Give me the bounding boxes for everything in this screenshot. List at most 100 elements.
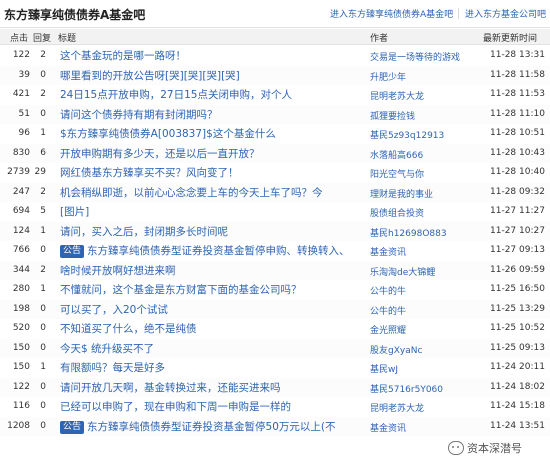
update-time: 11-28 13:31	[490, 50, 545, 60]
table-row: 280 1 不懂就问，这个基金是东方财富下面的基金公司吗？ 公牛的牛 11-25 16:…	[0, 280, 550, 300]
post-title-text[interactable]: 东方臻享纯债债券型证券投资基金暂停申购、转换转入、	[87, 245, 350, 257]
post-author[interactable]: 理财是我的事业	[370, 187, 433, 200]
reply-count: 1	[40, 284, 46, 294]
header-time[interactable]: 最新更新时间	[483, 31, 537, 44]
post-title[interactable]: 今天$ 统升级买不了	[60, 341, 154, 356]
table-row: 694 5 [图片] 股债组合投资 11-27 11:27	[0, 202, 550, 222]
post-title-text[interactable]: 这个基金玩的是哪一路呀！	[60, 50, 186, 62]
header-replies[interactable]: 回复	[33, 31, 51, 44]
post-title[interactable]: 请问开放几天啊，基金转换过来，还能买进来吗	[60, 380, 281, 395]
click-count: 830	[12, 147, 30, 158]
table-row: 421 2 24日15点开放申购，27日15点关闭申购，对个人 昆明老苏大龙 11-28…	[0, 85, 550, 105]
update-time: 11-28 10:40	[490, 167, 545, 177]
post-title-text[interactable]: 请问，买入之后，封闭期多长时间呢	[60, 226, 228, 238]
click-count: 247	[12, 186, 30, 197]
post-title-text[interactable]: 东方臻享纯债债券型证券投资基金暂停50万元以上(不	[87, 421, 335, 433]
post-title-text[interactable]: 机会稍纵即逝，以前心心念念要上车的今天上车了吗？今	[60, 187, 323, 199]
post-title[interactable]: 公告 东方臻享纯债债券型证券投资基金暂停50万元以上(不	[60, 419, 335, 434]
post-author[interactable]: 交易是一场等待的游戏	[370, 50, 460, 63]
reply-count: 0	[40, 108, 46, 119]
table-row: 198 0 可以买了，入20个试试 公牛的牛 11-25 13:29	[0, 299, 550, 319]
post-title-text[interactable]: 24日15点开放申购，27日15点关闭申购，对个人	[60, 89, 292, 101]
post-title-text[interactable]: 已经可以申购了，现在申购和下周一申购是一样的	[60, 401, 291, 413]
post-author[interactable]: 基金资讯	[370, 421, 406, 434]
post-title-text[interactable]: 今天$ 统升级买不了	[60, 343, 154, 355]
post-title[interactable]: 啥时候开放啊好想进来啊	[60, 263, 176, 278]
click-count: 280	[12, 284, 30, 294]
click-count: 51	[18, 108, 30, 119]
post-title[interactable]: 可以买了，入20个试试	[60, 302, 168, 317]
post-author[interactable]: 昆明老苏大龙	[370, 401, 424, 414]
post-title[interactable]: [图片]	[60, 204, 89, 219]
reply-count: 0	[40, 303, 46, 314]
click-count: 520	[12, 323, 30, 333]
header-clicks[interactable]: 点击	[10, 31, 28, 44]
post-title-text[interactable]: 有限额吗？每天是好多	[60, 362, 165, 374]
post-title-text[interactable]: 啥时候开放啊好想进来啊	[60, 265, 176, 277]
table-row: 830 6 开放申购期有多少天，还是以后一直开放？ 水落船高666 11-28 10:4…	[0, 143, 550, 163]
table-header: 点击 回复 标题 作者 最新更新时间	[0, 29, 550, 45]
post-title-text[interactable]: 请问这个债券持有期有封闭期吗？	[60, 109, 218, 121]
post-title[interactable]: 有限额吗？每天是好多	[60, 360, 165, 375]
reply-count: 2	[40, 186, 46, 197]
table-row: 150 0 今天$ 统升级买不了 股友gXyaNc 11-25 09:13	[0, 338, 550, 358]
post-title-text[interactable]: 不懂就问，这个基金是东方财富下面的基金公司吗？	[60, 284, 302, 296]
post-author[interactable]: 基民5z93q12913	[370, 128, 444, 141]
post-title[interactable]: 机会稍纵即逝，以前心心念念要上车的今天上车了吗？今	[60, 185, 323, 200]
post-title[interactable]: 不知道买了什么，绝不是纯债	[60, 321, 197, 336]
watermark-text: 资本深潜号	[467, 442, 522, 455]
post-title[interactable]: 请问这个债券持有期有封闭期吗？	[60, 107, 218, 122]
reply-count: 1	[40, 225, 46, 236]
post-title-text[interactable]: $东方臻享纯债债券A[003837]$这个基金什么	[60, 128, 276, 140]
post-author[interactable]: 孤狸要捡钱	[370, 109, 415, 122]
post-author[interactable]: 乐淘淘de大锦鲤	[370, 265, 435, 278]
post-author[interactable]: 水落船高666	[370, 148, 423, 161]
update-time: 11-24 15:18	[490, 401, 545, 411]
post-author[interactable]: 基金资讯	[370, 245, 406, 258]
post-title[interactable]: 已经可以申购了，现在申购和下周一申购是一样的	[60, 399, 291, 414]
post-title[interactable]: 开放申购期有多少天，还是以后一直开放？	[60, 146, 260, 161]
update-time: 11-28 11:10	[490, 108, 545, 119]
post-author[interactable]: 基民5716r5Y060	[370, 382, 443, 395]
click-count: 124	[12, 225, 30, 236]
post-author[interactable]: 公牛的牛	[370, 304, 406, 317]
reply-count: 5	[40, 206, 46, 216]
post-author[interactable]: 金光照耀	[370, 323, 406, 336]
post-author[interactable]: 昆明老苏大龙	[370, 89, 424, 102]
post-title[interactable]: 网红债基东方臻享买不买？风向变了！	[60, 165, 239, 180]
reply-count: 0	[40, 245, 46, 255]
table-row: 122 2 这个基金玩的是哪一路呀！ 交易是一场等待的游戏 11-28 13:31	[0, 46, 550, 66]
table-row: 150 1 有限额吗？每天是好多 基民wJ 11-24 20:11	[0, 358, 550, 378]
post-author[interactable]: 基民wJ	[370, 362, 398, 375]
post-title[interactable]: 不懂就问，这个基金是东方财富下面的基金公司吗？	[60, 282, 302, 297]
table-row: 344 2 啥时候开放啊好想进来啊 乐淘淘de大锦鲤 11-26 09:59	[0, 260, 550, 280]
post-author[interactable]: 股友gXyaNc	[370, 343, 422, 356]
post-title-text[interactable]: 哪里看到的开放公告呀[哭][哭][哭][哭]	[60, 70, 240, 82]
post-author[interactable]: 升肥少年	[370, 70, 406, 83]
announcement-badge: 公告	[60, 245, 85, 258]
enter-company-bar-link[interactable]: 进入东方基金公司吧	[465, 7, 546, 20]
table-row: 1208 0 公告 东方臻享纯债债券型证券投资基金暂停50万元以上(不 基金资讯 11-2…	[0, 416, 550, 436]
post-title-text[interactable]: [图片]	[60, 206, 89, 218]
post-title-text[interactable]: 网红债基东方臻享买不买？风向变了！	[60, 167, 239, 179]
table-row: 766 0 公告 东方臻享纯债债券型证券投资基金暂停申购、转换转入、 基金资讯 11-27…	[0, 241, 550, 261]
post-title[interactable]: 请问，买入之后，封闭期多长时间呢	[60, 224, 228, 239]
update-time: 11-24 20:11	[490, 362, 545, 372]
post-title-text[interactable]: 开放申购期有多少天，还是以后一直开放？	[60, 148, 260, 160]
post-author[interactable]: 基民h12698O883	[370, 226, 447, 239]
reply-count: 2	[40, 89, 46, 99]
post-title-text[interactable]: 请问开放几天啊，基金转换过来，还能买进来吗	[60, 382, 281, 394]
post-title[interactable]: 公告 东方臻享纯债债券型证券投资基金暂停申购、转换转入、	[60, 243, 350, 258]
post-title[interactable]: 哪里看到的开放公告呀[哭][哭][哭][哭]	[60, 68, 240, 83]
forum-title: 东方臻享纯债债券A基金吧	[4, 8, 146, 22]
click-count: 198	[12, 303, 30, 314]
post-title-text[interactable]: 可以买了，入20个试试	[60, 304, 168, 316]
enter-fund-bar-link[interactable]: 进入东方臻享纯债债券A基金吧	[330, 7, 453, 20]
post-author[interactable]: 阳光空气与你	[370, 167, 424, 180]
post-author[interactable]: 公牛的牛	[370, 284, 406, 297]
post-title[interactable]: 这个基金玩的是哪一路呀！	[60, 48, 186, 63]
post-author[interactable]: 股债组合投资	[370, 206, 424, 219]
post-title-text[interactable]: 不知道买了什么，绝不是纯债	[60, 323, 197, 335]
post-title[interactable]: 24日15点开放申购，27日15点关闭申购，对个人	[60, 87, 292, 102]
post-title[interactable]: $东方臻享纯债债券A[003837]$这个基金什么	[60, 126, 276, 141]
